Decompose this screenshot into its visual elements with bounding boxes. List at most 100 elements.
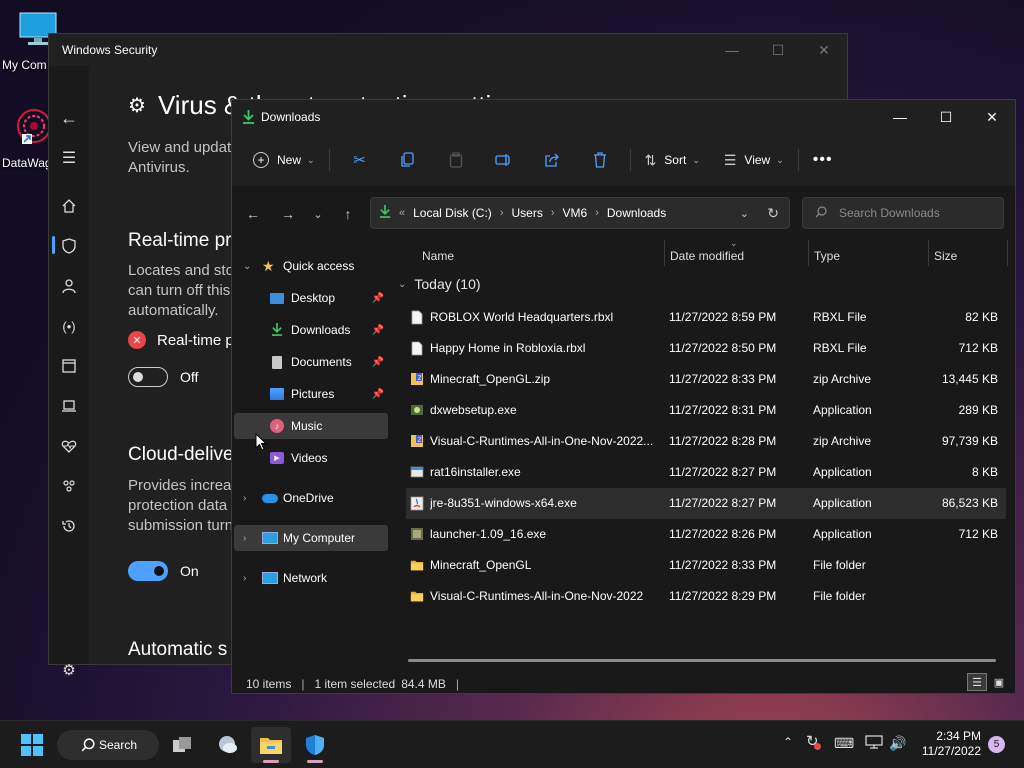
address-dropdown-icon[interactable]: ⌄ — [740, 207, 749, 220]
account-icon[interactable] — [59, 276, 79, 296]
cloud-description: Provides increas protection data submiss… — [128, 476, 239, 536]
taskbar-search[interactable]: Search — [57, 730, 159, 760]
task-view-icon[interactable] — [163, 727, 203, 763]
expand-chevron-icon[interactable]: › — [243, 533, 246, 544]
paste-icon[interactable] — [432, 144, 480, 176]
show-hidden-icons-chevron-icon[interactable]: ⌃ — [783, 735, 793, 749]
file-name: Minecraft_OpenGL — [430, 558, 532, 572]
keyboard-icon[interactable]: ⌨ — [834, 735, 854, 752]
view-button-label: View — [744, 153, 771, 167]
recent-chevron-icon[interactable]: ⌄ — [306, 202, 330, 226]
file-row[interactable]: Minecraft_OpenGL 11/27/2022 8:33 PM File f… — [406, 550, 1006, 581]
file-size: 13,445 KB — [941, 372, 998, 386]
nav-quick-access[interactable]: ⌄ ★ Quick access — [234, 253, 388, 279]
column-header-type[interactable]: Type — [814, 240, 840, 272]
minimize-button[interactable]: — — [709, 34, 755, 66]
file-name: jre-8u351-windows-x64.exe — [430, 496, 577, 510]
file-row[interactable]: jre-8u351-windows-x64.exe 11/27/2022 8:27… — [406, 488, 1006, 519]
address-bar[interactable]: « Local Disk (C:) › Users › VM6 › Downlo… — [370, 197, 790, 229]
history-icon[interactable] — [59, 516, 79, 536]
close-button[interactable]: ✕ — [969, 100, 1015, 134]
hamburger-icon[interactable]: ☰ — [59, 148, 79, 168]
sort-icon: ⇅ — [644, 151, 657, 168]
column-header-size[interactable]: Size — [934, 240, 957, 272]
nav-downloads[interactable]: Downloads 📌 — [234, 317, 388, 343]
nav-desktop[interactable]: Desktop 📌 — [234, 285, 388, 311]
file-row[interactable]: Z Visual-C-Runtimes-All-in-One-Nov-2022..… — [406, 426, 1006, 457]
nav-documents[interactable]: Documents 📌 — [234, 349, 388, 375]
expand-chevron-icon[interactable]: ⌄ — [243, 261, 251, 272]
sync-error-icon[interactable]: ↻ — [806, 732, 821, 750]
network-status-icon[interactable] — [865, 735, 883, 752]
pin-icon[interactable]: 📌 — [372, 293, 384, 304]
app-browser-icon[interactable] — [59, 356, 79, 376]
family-icon[interactable] — [59, 476, 79, 496]
pin-icon[interactable]: 📌 — [372, 389, 384, 400]
share-icon[interactable] — [528, 144, 576, 176]
file-row[interactable]: ROBLOX World Headquarters.rbxl 11/27/2022… — [406, 302, 1006, 333]
file-name: rat16installer.exe — [430, 465, 521, 479]
realtime-toggle[interactable] — [128, 367, 168, 387]
maximize-button[interactable]: ☐ — [755, 34, 801, 66]
more-options-button[interactable]: ••• — [805, 144, 841, 176]
details-view-icon[interactable]: ☰ — [967, 673, 987, 691]
expand-chevron-icon[interactable]: › — [243, 573, 246, 584]
copy-icon[interactable] — [384, 144, 432, 176]
breadcrumb-item[interactable]: Users — [511, 206, 542, 220]
file-explorer-taskbar-icon[interactable] — [251, 727, 291, 763]
file-row[interactable]: Happy Home in Robloxia.rbxl 11/27/2022 8:… — [406, 333, 1006, 364]
cut-icon[interactable]: ✂ — [336, 144, 384, 176]
breadcrumb-item[interactable]: Local Disk (C:) — [413, 206, 492, 220]
widgets-icon[interactable] — [207, 727, 247, 763]
nav-my-computer[interactable]: › My Computer — [234, 525, 388, 551]
system-clock[interactable]: 2:34 PM 11/27/2022 — [922, 729, 981, 759]
file-row[interactable]: launcher-1.09_16.exe 11/27/2022 8:26 PM Ap… — [406, 519, 1006, 550]
shield-icon[interactable] — [59, 236, 79, 256]
breadcrumb-item[interactable]: Downloads — [607, 206, 666, 220]
forward-arrow-icon[interactable]: → — [276, 202, 300, 226]
home-icon[interactable] — [59, 196, 79, 216]
view-button[interactable]: ☰ View ⌄ — [716, 144, 792, 176]
start-button[interactable] — [12, 727, 52, 763]
column-header-name[interactable]: Name — [422, 240, 454, 272]
horizontal-scrollbar[interactable] — [408, 659, 996, 662]
file-date: 11/27/2022 8:28 PM — [669, 434, 777, 448]
minimize-button[interactable]: — — [877, 100, 923, 134]
refresh-icon[interactable]: ↻ — [767, 205, 779, 222]
volume-icon[interactable]: 🔊 — [889, 735, 906, 752]
pin-icon[interactable]: 📌 — [372, 357, 384, 368]
health-icon[interactable] — [59, 436, 79, 456]
chevron-down-icon: ⌄ — [307, 154, 315, 165]
close-button[interactable]: ✕ — [801, 34, 847, 66]
back-arrow-icon[interactable]: ← — [241, 202, 265, 226]
collapse-chevron-icon[interactable]: ⌄ — [398, 279, 406, 290]
nav-onedrive[interactable]: › OneDrive — [234, 485, 388, 511]
status-bar: 10 items | 1 item selected 84.4 MB | ☰ ▣ — [232, 673, 1015, 693]
back-arrow-icon[interactable]: ← — [59, 108, 79, 128]
file-row[interactable]: dxwebsetup.exe 11/27/2022 8:31 PM Applicat… — [406, 395, 1006, 426]
delete-icon[interactable] — [576, 144, 624, 176]
search-input[interactable]: Search Downloads — [802, 197, 1004, 229]
network-icon[interactable]: (•) — [59, 316, 79, 336]
new-button[interactable]: + New ⌄ — [245, 144, 323, 176]
breadcrumb-separator-icon: › — [550, 207, 555, 219]
settings-icon[interactable]: ⚙ — [59, 660, 79, 680]
nav-pictures[interactable]: Pictures 📌 — [234, 381, 388, 407]
file-row[interactable]: Visual-C-Runtimes-All-in-One-Nov-2022 11/… — [406, 581, 1006, 612]
breadcrumb-item[interactable]: VM6 — [563, 206, 588, 220]
expand-chevron-icon[interactable]: › — [243, 493, 246, 504]
cloud-toggle[interactable] — [128, 561, 168, 581]
sort-button[interactable]: ⇅ Sort ⌄ — [637, 144, 708, 176]
file-row[interactable]: Z Minecraft_OpenGL.zip 11/27/2022 8:33 PM z… — [406, 364, 1006, 395]
windows-security-taskbar-icon[interactable] — [295, 727, 335, 763]
group-header[interactable]: ⌄ Today (10) — [398, 276, 481, 292]
notification-badge[interactable]: 5 — [988, 736, 1005, 753]
rename-icon[interactable] — [480, 144, 528, 176]
tiles-view-icon[interactable]: ▣ — [989, 673, 1009, 691]
device-icon[interactable] — [59, 396, 79, 416]
pin-icon[interactable]: 📌 — [372, 325, 384, 336]
nav-network[interactable]: › Network — [234, 565, 388, 591]
maximize-button[interactable]: ☐ — [923, 100, 969, 134]
file-row[interactable]: rat16installer.exe 11/27/2022 8:27 PM Appl… — [406, 457, 1006, 488]
up-arrow-icon[interactable]: ↑ — [336, 202, 360, 226]
